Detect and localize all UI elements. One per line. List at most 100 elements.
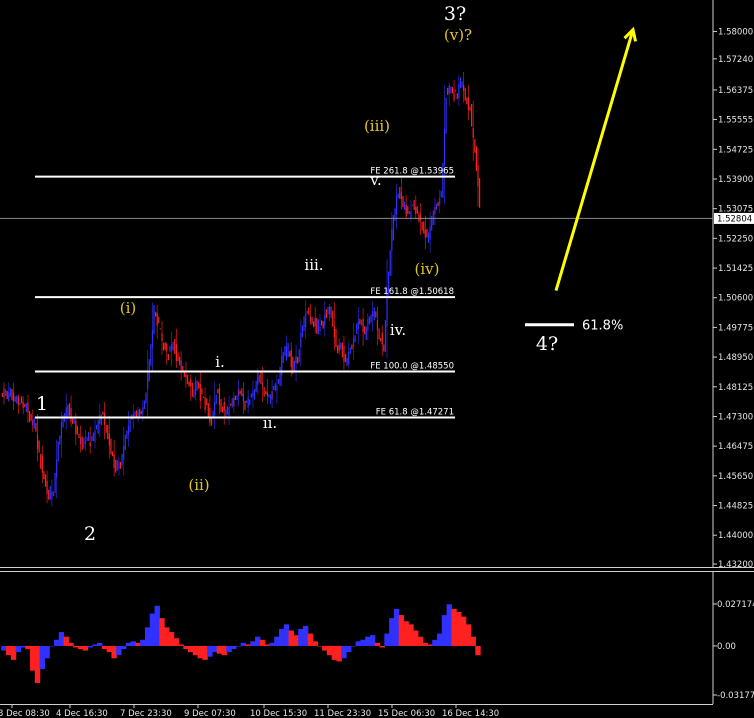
price-panel-background [0, 0, 713, 567]
oscillator-bar [106, 645, 113, 653]
oscillator-bar [73, 645, 79, 648]
price-tick-label: 1.53900 [718, 175, 753, 185]
oscillator-bar [393, 608, 400, 646]
oscillator-bar [269, 642, 275, 646]
oscillator-bar [15, 645, 22, 653]
oscillator-bar [82, 645, 89, 651]
oscillator-bar [413, 630, 419, 646]
oscillator-bar [87, 645, 93, 648]
oscillator-bar [379, 645, 385, 648]
oscillator-bar [437, 633, 443, 646]
oscillator-bar [92, 644, 98, 646]
oscillator-bar [350, 645, 357, 647]
oscillator-bar [427, 644, 433, 646]
oscillator-axis: 0.027174 0.00 -0.03177 [713, 600, 754, 701]
oscillator-bar [374, 642, 381, 646]
wave-label-white: 3? [444, 3, 466, 25]
oscillator-bar [168, 632, 175, 646]
oscillator-bar [144, 627, 151, 646]
time-tick-label: 16 Dec 14:30 [442, 709, 499, 718]
oscillator-bar [460, 616, 467, 646]
oscillator-bar [336, 645, 342, 662]
time-axis: 3 Dec 08:30 4 Dec 16:30 7 Dec 23:30 9 Dec 0… [0, 704, 499, 718]
price-tick-label: 1.58000 [718, 27, 753, 37]
price-axis: 1.58000 1.57240 1.56375 1.55555 1.54725 1.539… [713, 27, 753, 570]
oscillator-bar [389, 618, 395, 646]
target-label: 61.8% [582, 319, 623, 334]
fib-label: FE 161.8 @1.50618 [370, 287, 454, 297]
oscillator-bar [149, 613, 156, 646]
wave-label-minor: v. [369, 171, 381, 189]
oscillator-histogram [1, 604, 481, 684]
oscillator-bar [226, 645, 232, 653]
forex-chart: 1.58000 1.57240 1.56375 1.55555 1.54725 1.539… [0, 0, 754, 718]
fib-label: FE 100.0 @1.48550 [370, 361, 454, 371]
oscillator-bar [135, 642, 141, 646]
oscillator-bar [25, 645, 31, 650]
oscillator-bar [302, 625, 309, 646]
oscillator-panel: 0.027174 0.00 -0.03177 [1, 572, 754, 704]
price-tick-label: 1.52250 [718, 234, 753, 244]
oscillator-bar [116, 645, 122, 656]
oscillator-bar [312, 641, 318, 646]
oscillator-bar [58, 632, 65, 646]
oscillator-bar [197, 645, 203, 659]
wave-label-white: 2 [84, 523, 96, 545]
oscillator-bar [221, 645, 227, 656]
oscillator-bar [125, 642, 132, 646]
price-tick-label: 1.54725 [718, 145, 753, 155]
wave-label-yellow: (iii) [364, 117, 390, 135]
oscillator-bar [207, 645, 213, 657]
price-tick-label: 1.46475 [718, 442, 753, 452]
price-tick-label: 1.47300 [718, 412, 753, 422]
oscillator-bar [188, 645, 194, 653]
oscillator-bar [288, 630, 294, 646]
wave-label-white: 4? [536, 333, 558, 355]
oscillator-bar [274, 636, 280, 646]
price-tick-label: 1.49775 [718, 323, 753, 333]
oscillator-bar [245, 644, 251, 646]
wave-label-minor: iv. [390, 321, 406, 339]
oscillator-bar [255, 636, 261, 646]
oscillator-bar [432, 639, 438, 646]
oscillator-bar [417, 636, 424, 646]
time-tick-label: 9 Dec 07:30 [184, 709, 236, 718]
price-panel: 1.58000 1.57240 1.56375 1.55555 1.54725 1.539… [0, 0, 754, 570]
current-price-label: 1.52804 [717, 214, 752, 224]
wave-label-yellow: (v)? [444, 26, 472, 44]
oscillator-bar [164, 627, 170, 646]
oscillator-bar [77, 645, 84, 650]
oscillator-bar [183, 645, 189, 650]
oscillator-bar [159, 618, 165, 646]
oscillator-bar [20, 645, 26, 648]
oscillator-bar [154, 605, 160, 646]
oscillator-tick-label: 0.00 [717, 642, 736, 652]
oscillator-bar [326, 645, 333, 656]
oscillator-bar [173, 638, 180, 646]
wave-label-minor: ii. [263, 414, 277, 432]
oscillator-bar [49, 645, 55, 647]
price-tick-label: 1.50600 [718, 294, 753, 304]
oscillator-bar [6, 645, 12, 656]
oscillator-bar [202, 645, 208, 660]
oscillator-bar [44, 645, 50, 659]
price-tick-label: 1.44000 [718, 531, 753, 541]
current-price-tag: 1.52804 [714, 212, 754, 224]
oscillator-bar [403, 621, 409, 646]
oscillator-bar [465, 624, 472, 646]
price-tick-label: 1.55555 [718, 115, 753, 125]
wave-label-minor: iii. [304, 256, 323, 274]
fib-label: FE 261.8 @1.53965 [370, 167, 454, 177]
oscillator-bar [422, 642, 429, 646]
oscillator-bar [398, 615, 405, 646]
oscillator-bar [111, 645, 117, 659]
oscillator-bar [317, 645, 323, 647]
oscillator-bar [307, 633, 314, 646]
time-tick-label: 15 Dec 06:30 [378, 709, 435, 718]
oscillator-bar [1, 645, 7, 651]
oscillator-bar [355, 641, 361, 646]
oscillator-bar [451, 608, 457, 646]
oscillator-bar [63, 636, 69, 646]
oscillator-bar [240, 642, 247, 646]
price-tick-label: 1.57240 [718, 55, 753, 65]
